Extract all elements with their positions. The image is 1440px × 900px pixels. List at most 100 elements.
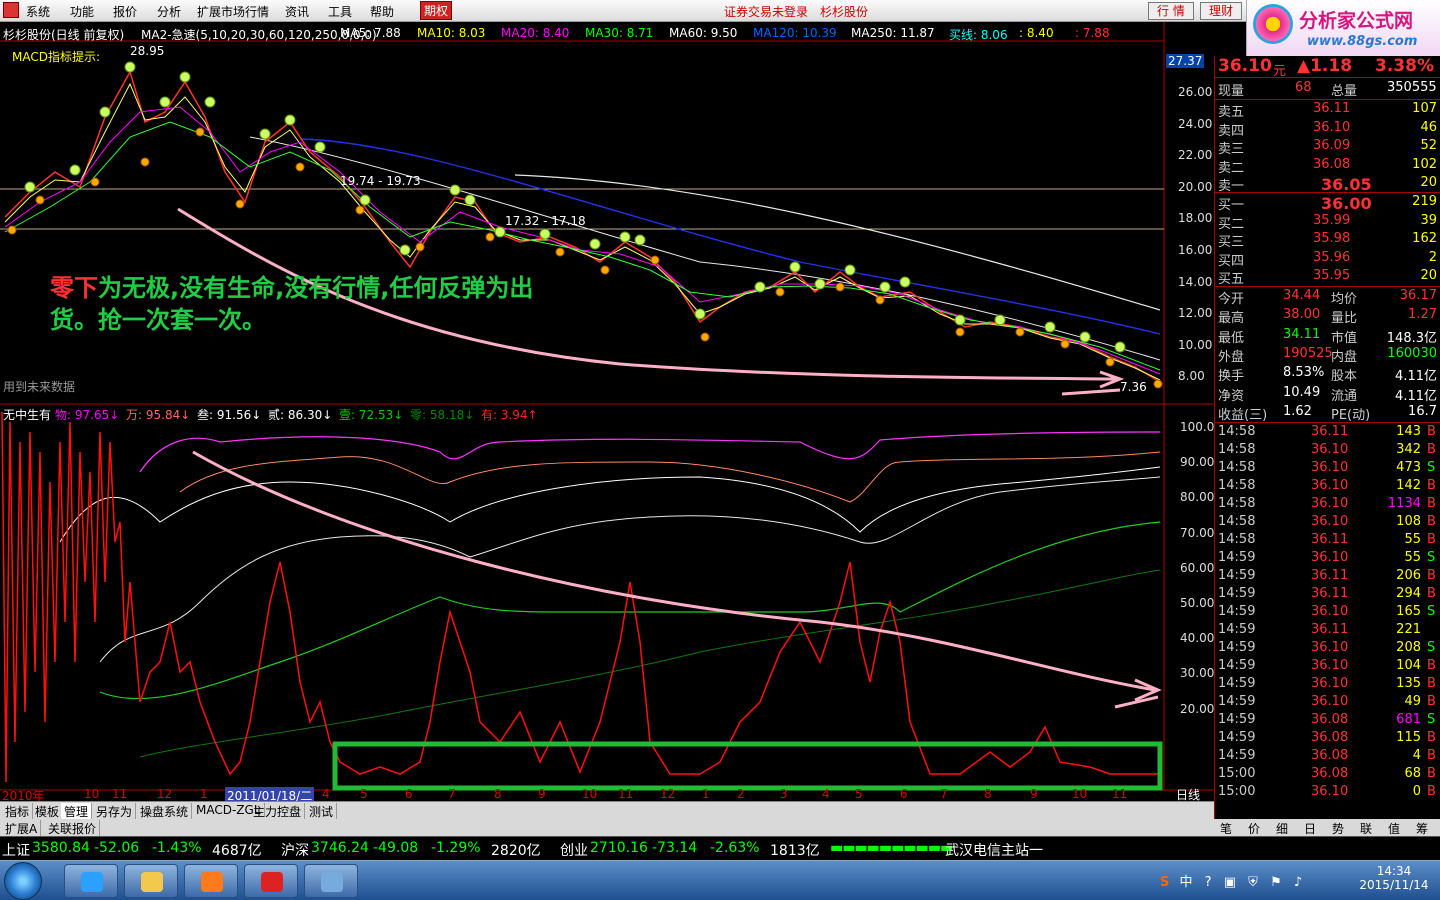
chart-canvas[interactable] bbox=[0, 22, 1214, 828]
order-row[interactable]: 卖四 36.10 46 bbox=[1215, 120, 1440, 139]
taskbar-media[interactable] bbox=[184, 864, 238, 898]
taskbar-ie[interactable] bbox=[64, 864, 118, 898]
menu-item-tools[interactable]: 工具 bbox=[328, 3, 352, 20]
tab-finance[interactable]: 理财 bbox=[1200, 2, 1243, 20]
order-price: 36.08 bbox=[1313, 156, 1351, 172]
ref-price-label-1: 19.74 - 19.73 bbox=[340, 174, 421, 188]
menu-item-analysis[interactable]: 分析 bbox=[157, 3, 181, 20]
y-tick-main: 8.00 bbox=[1178, 369, 1205, 384]
taskbar-stock-app[interactable] bbox=[244, 864, 298, 898]
order-row[interactable]: 买一 36.00 219 bbox=[1215, 194, 1440, 213]
taskbar-paint[interactable] bbox=[304, 864, 358, 898]
chart-area[interactable]: 杉杉股份(日线 前复权) MA2-急速(5,10,20,30,60,120,25… bbox=[0, 22, 1214, 828]
index-name[interactable]: 上证 bbox=[2, 840, 30, 860]
menu-item-help[interactable]: 帮助 bbox=[370, 3, 394, 20]
flag-icon[interactable]: ⚑ bbox=[1270, 875, 1282, 890]
order-row[interactable]: 卖一 36.05 20 bbox=[1215, 175, 1440, 194]
tab-extension-a[interactable]: 扩展A bbox=[2, 820, 42, 837]
index-value: 3746.24 bbox=[311, 840, 369, 856]
order-row[interactable]: 买四 35.96 2 bbox=[1215, 250, 1440, 269]
tab-test[interactable]: 测试 bbox=[306, 803, 338, 820]
index-name[interactable]: 创业 bbox=[560, 840, 588, 860]
ime-indicator[interactable]: 中 bbox=[1180, 875, 1193, 890]
order-row[interactable]: 买二 35.99 39 bbox=[1215, 213, 1440, 232]
x-axis-label: 6 bbox=[405, 787, 413, 801]
login-status[interactable]: 证券交易未登录 bbox=[724, 3, 808, 20]
y-tick-sub: 80.00 bbox=[1180, 490, 1215, 505]
tick-row[interactable]: 15:00 36.10 0 B bbox=[1215, 784, 1440, 802]
order-row[interactable]: 卖二 36.08 102 bbox=[1215, 156, 1440, 176]
tick-row[interactable]: 14:59 36.10 135 B bbox=[1215, 676, 1440, 694]
tick-row[interactable]: 14:59 36.11 221 bbox=[1215, 622, 1440, 640]
index-name[interactable]: 沪深 bbox=[281, 840, 309, 860]
tick-row[interactable]: 14:59 36.11 206 B bbox=[1215, 568, 1440, 586]
quote-tab[interactable]: 日 bbox=[1304, 820, 1316, 837]
order-row[interactable]: 卖三 36.09 52 bbox=[1215, 138, 1440, 157]
tick-row[interactable]: 14:58 36.10 1134 B bbox=[1215, 496, 1440, 514]
tick-row[interactable]: 14:58 36.10 142 B bbox=[1215, 478, 1440, 496]
quote-tab[interactable]: 值 bbox=[1388, 820, 1400, 837]
tab-template[interactable]: 模板 bbox=[32, 803, 64, 820]
tick-row[interactable]: 14:59 36.08 4 B bbox=[1215, 748, 1440, 766]
tick-row[interactable]: 14:59 36.08 681 S bbox=[1215, 712, 1440, 730]
order-row[interactable]: 买五 35.95 20 bbox=[1215, 268, 1440, 287]
clock[interactable]: 14:34 2015/11/14 bbox=[1354, 864, 1434, 892]
tab-indicator[interactable]: 指标 bbox=[2, 803, 34, 820]
menu-item-system[interactable]: 系统 bbox=[26, 3, 50, 20]
tick-row[interactable]: 15:00 36.08 68 B bbox=[1215, 766, 1440, 784]
quote-tab[interactable]: 细 bbox=[1276, 820, 1288, 837]
tick-volume: 294 bbox=[1396, 586, 1421, 601]
taskbar-explorer[interactable] bbox=[124, 864, 178, 898]
x-axis-label: 6 bbox=[900, 787, 908, 801]
menu-item-function[interactable]: 功能 bbox=[70, 3, 94, 20]
tick-row[interactable]: 14:59 36.08 115 B bbox=[1215, 730, 1440, 748]
shield-icon[interactable]: ⛨ bbox=[1248, 875, 1258, 890]
windows-start-icon[interactable] bbox=[4, 862, 42, 900]
order-row[interactable]: 卖五 36.11 107 bbox=[1215, 101, 1440, 120]
help-icon[interactable]: ? bbox=[1205, 875, 1212, 890]
app-icon[interactable] bbox=[3, 2, 19, 18]
quote-tab[interactable]: 联 bbox=[1360, 820, 1372, 837]
stat-label: 均价 bbox=[1331, 292, 1358, 307]
tab-main-control[interactable]: 主力控盘 bbox=[250, 803, 306, 820]
tick-row[interactable]: 14:58 36.10 342 B bbox=[1215, 442, 1440, 460]
tick-side: B bbox=[1427, 478, 1436, 493]
ma-legend-item: MA20: 8.40 bbox=[501, 26, 570, 40]
quote-tab[interactable]: 筹 bbox=[1416, 820, 1428, 837]
quote-tab[interactable]: 势 bbox=[1332, 820, 1344, 837]
tab-manage[interactable]: 管理 bbox=[61, 803, 93, 820]
menu-item-news[interactable]: 资讯 bbox=[285, 3, 309, 20]
menu-item-quote[interactable]: 报价 bbox=[113, 3, 137, 20]
volume-total: 350555 bbox=[1387, 80, 1437, 95]
tick-row[interactable]: 14:58 36.11 55 B bbox=[1215, 532, 1440, 550]
quote-tab[interactable]: 笔 bbox=[1220, 820, 1232, 837]
tab-trading-system[interactable]: 操盘系统 bbox=[137, 803, 193, 820]
tab-quote[interactable]: 行 情 bbox=[1148, 2, 1194, 20]
tick-row[interactable]: 14:59 36.10 208 S bbox=[1215, 640, 1440, 658]
volume-now-label: 现量 bbox=[1218, 84, 1245, 99]
volume-icon[interactable]: ♪ bbox=[1294, 875, 1302, 890]
tick-volume: 681 bbox=[1396, 712, 1421, 727]
menu-item-extended-market[interactable]: 扩展市场行情 bbox=[197, 3, 269, 20]
x-axis-label: 9 bbox=[1030, 787, 1038, 801]
folder-icon bbox=[141, 872, 163, 892]
tick-row[interactable]: 14:59 36.10 104 B bbox=[1215, 658, 1440, 676]
tick-row[interactable]: 14:59 36.11 294 B bbox=[1215, 586, 1440, 604]
tick-price: 36.10 bbox=[1311, 694, 1349, 709]
tick-row[interactable]: 14:59 36.10 55 S bbox=[1215, 550, 1440, 568]
tick-side: B bbox=[1427, 496, 1436, 511]
quote-tab[interactable]: 价 bbox=[1248, 820, 1260, 837]
tick-row[interactable]: 14:58 36.10 108 B bbox=[1215, 514, 1440, 532]
order-row[interactable]: 买三 35.98 162 bbox=[1215, 231, 1440, 250]
network-icon[interactable]: ▣ bbox=[1224, 875, 1236, 890]
tick-row[interactable]: 14:58 36.10 473 S bbox=[1215, 460, 1440, 478]
sogou-icon[interactable]: S bbox=[1160, 875, 1169, 890]
tick-row[interactable]: 14:59 36.10 165 S bbox=[1215, 604, 1440, 622]
options-button[interactable]: 期权 bbox=[420, 1, 452, 20]
tick-row[interactable]: 14:59 36.10 49 B bbox=[1215, 694, 1440, 712]
tab-save-as[interactable]: 另存为 bbox=[93, 803, 137, 820]
tab-related-quote[interactable]: 关联报价 bbox=[45, 820, 101, 837]
tick-row[interactable]: 14:58 36.11 143 B bbox=[1215, 424, 1440, 442]
tick-time: 14:59 bbox=[1218, 694, 1256, 709]
annotation-red: 零下 bbox=[50, 274, 98, 302]
